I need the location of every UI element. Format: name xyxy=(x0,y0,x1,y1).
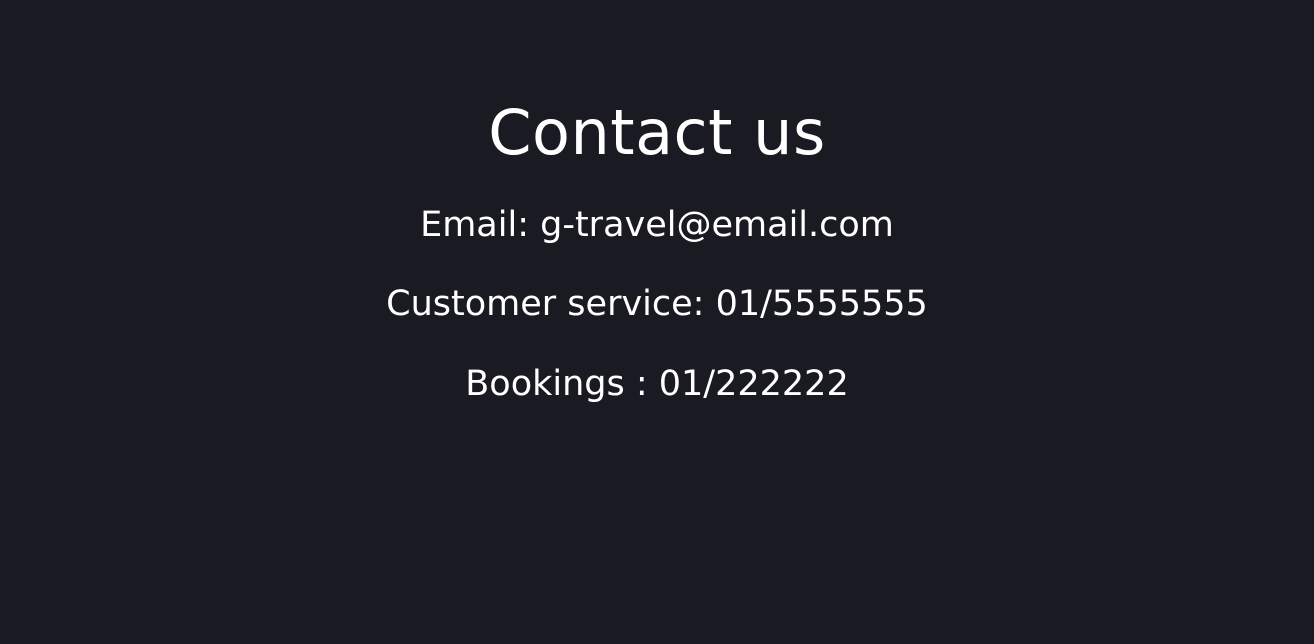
bookings-text: Bookings : 01/222222 xyxy=(465,364,849,404)
customer-service-text: Customer service: 01/5555555 xyxy=(386,284,928,324)
email-text: Email: g-travel@email.com xyxy=(420,205,894,245)
page-title: Contact us xyxy=(488,96,826,169)
contact-section: Contact us Email: g-travel@email.com Cus… xyxy=(0,0,1314,644)
